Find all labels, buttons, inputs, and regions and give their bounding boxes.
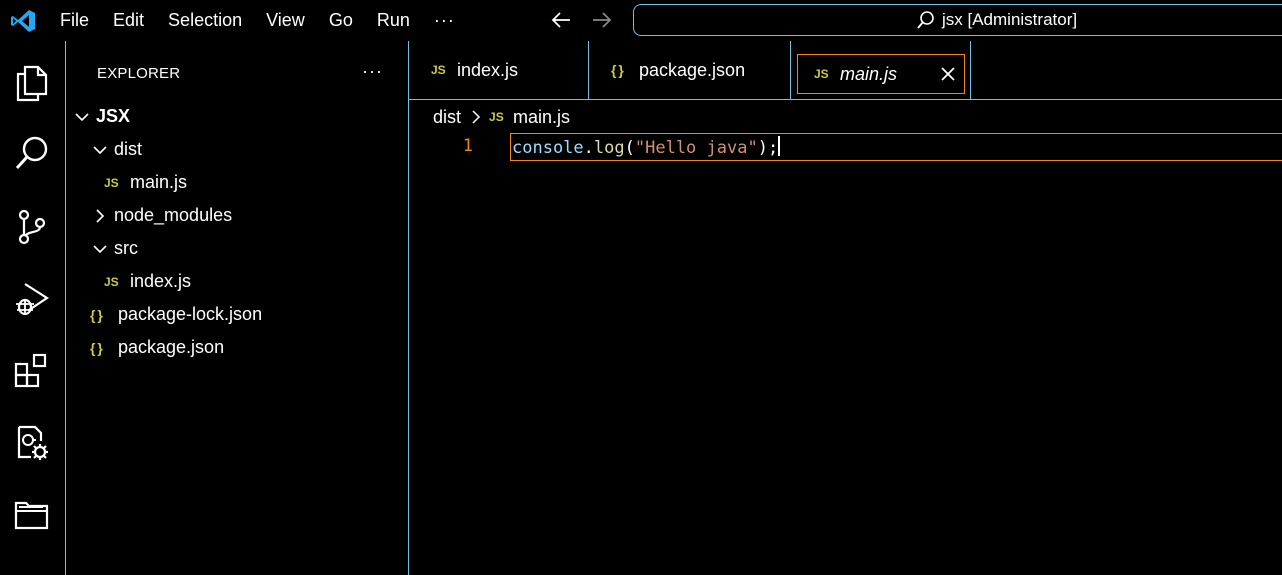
breadcrumb-folder[interactable]: dist [433, 107, 461, 128]
json-file-icon: { } [90, 339, 103, 356]
forward-arrow-icon[interactable] [589, 8, 613, 32]
code-token-object: console [512, 138, 584, 158]
text-cursor [778, 136, 781, 156]
tree-file-main-js[interactable]: JS main.js [104, 166, 187, 199]
code-token-dot: . [583, 138, 594, 158]
chevron-down-icon [93, 244, 107, 253]
tree-label: package-lock.json [118, 304, 263, 324]
tree-folder-src[interactable]: src [92, 232, 138, 265]
line-number: 1 [462, 136, 473, 156]
menu-view[interactable]: View [266, 10, 305, 31]
tree-file-index-js[interactable]: JS index.js [104, 265, 191, 298]
explorer-files-icon[interactable] [12, 63, 52, 103]
breadcrumb: dist JS main.js [433, 105, 570, 129]
js-file-icon: JS [489, 110, 504, 124]
search-icon[interactable] [12, 134, 52, 174]
command-center-content: jsx [Administrator] [916, 10, 1077, 30]
tree-label: package.json [118, 337, 225, 357]
activity-bar [0, 41, 66, 575]
explorer-sidebar: EXPLORER ··· JSX dist JS main.js node_mo… [66, 41, 409, 575]
tree-label: index.js [130, 271, 192, 291]
menu-file[interactable]: File [60, 10, 89, 31]
js-file-icon: JS [104, 274, 119, 289]
source-control-icon[interactable] [12, 207, 52, 247]
chevron-right-icon [96, 208, 105, 223]
js-file-icon: JS [814, 67, 829, 81]
tab-package-json[interactable]: { } package.json [589, 41, 791, 99]
js-file-icon: JS [104, 175, 119, 190]
remote-explorer-icon[interactable] [12, 423, 52, 463]
chevron-down-icon [93, 145, 107, 154]
code-token-open-paren: ( [624, 138, 635, 158]
run-debug-icon[interactable] [12, 279, 52, 319]
tab-index-js[interactable]: JS index.js [409, 41, 589, 99]
breadcrumb-file[interactable]: main.js [513, 107, 570, 128]
tree-root-jsx[interactable]: JSX [74, 100, 130, 133]
tree-label: src [114, 238, 138, 258]
json-file-icon: { } [90, 306, 103, 323]
code-token-close: ); [757, 138, 779, 158]
explorer-more-icon[interactable]: ··· [362, 61, 383, 82]
tab-main-js[interactable]: JS main.js [797, 54, 965, 94]
tree-file-package-lock-json[interactable]: { } package-lock.json [90, 298, 262, 331]
menu-run[interactable]: Run [377, 10, 410, 31]
tree-label: JSX [96, 106, 131, 126]
back-arrow-icon[interactable] [550, 8, 574, 32]
tree-file-package-json[interactable]: { } package.json [90, 331, 224, 364]
tab-label: main.js [840, 63, 898, 84]
vscode-logo-icon[interactable] [10, 8, 36, 34]
menu-edit[interactable]: Edit [113, 10, 144, 31]
search-icon [917, 11, 934, 29]
tree-label: main.js [130, 172, 188, 192]
title-bar: File Edit Selection View Go Run ··· jsx … [0, 0, 1282, 41]
tree-folder-node-modules[interactable]: node_modules [92, 199, 232, 232]
editor-tabs: JS index.js { } package.json JS main.js [409, 41, 1282, 100]
tab-label: package.json [639, 59, 746, 80]
chevron-right-icon [472, 110, 481, 124]
menu-selection[interactable]: Selection [168, 10, 242, 31]
close-icon[interactable] [941, 67, 955, 81]
tab-divider [970, 41, 971, 99]
tree-label: node_modules [114, 205, 233, 225]
command-center-label: jsx [Administrator] [942, 10, 1078, 29]
code-token-string: "Hello java" [634, 138, 758, 158]
chevron-down-icon [75, 112, 89, 121]
tab-label: index.js [457, 59, 519, 80]
menu-more-icon[interactable]: ··· [434, 10, 455, 31]
json-file-icon: { } [611, 62, 624, 78]
command-center[interactable]: jsx [Administrator] [633, 4, 1282, 36]
extensions-icon[interactable] [12, 351, 52, 391]
js-file-icon: JS [431, 63, 446, 77]
menu-bar: File Edit Selection View Go Run ··· [60, 0, 479, 41]
code-token-method: log [593, 138, 625, 158]
tree-label: dist [114, 139, 143, 159]
menu-go[interactable]: Go [329, 10, 353, 31]
tree-folder-dist[interactable]: dist [92, 133, 142, 166]
code-line-1[interactable]: console.log("Hello java"); [512, 136, 781, 158]
folder-icon[interactable] [12, 495, 52, 535]
explorer-title: EXPLORER [97, 65, 181, 82]
